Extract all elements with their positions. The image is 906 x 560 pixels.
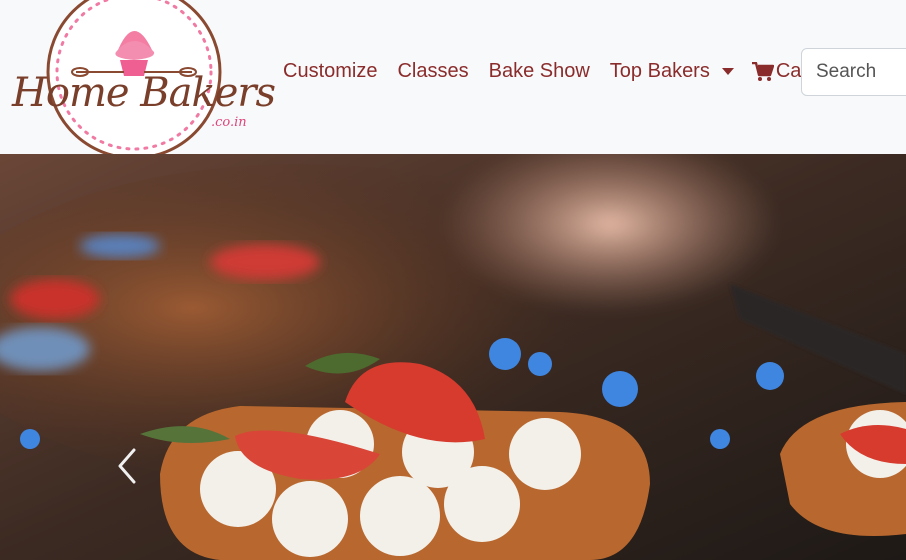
- nav-dropdown-top-bakers[interactable]: Top Bakers: [610, 60, 734, 83]
- caret-down-icon: [721, 68, 734, 76]
- nav-link-classes[interactable]: Classes: [397, 60, 468, 83]
- cart-icon: [751, 61, 774, 81]
- brand-domain: .co.in: [211, 115, 247, 130]
- hero-carousel: [0, 154, 906, 560]
- home-bakers-logo[interactable]: Home Bakers .co.in: [6, 0, 276, 154]
- top-bakers-label: Top Bakers: [609, 60, 710, 82]
- nav-link-customize[interactable]: Customize: [283, 60, 377, 83]
- brand-name: Home Bakers: [12, 70, 276, 116]
- navbar: Home Bakers .co.in Customize Classes Bak…: [0, 0, 906, 154]
- search-input[interactable]: [801, 48, 906, 96]
- nav-links: Customize Classes Bake Show Top Bakers C…: [283, 60, 824, 83]
- hero-image: [0, 154, 906, 560]
- chevron-left-icon[interactable]: [112, 446, 140, 486]
- nav-link-bake-show[interactable]: Bake Show: [489, 60, 590, 83]
